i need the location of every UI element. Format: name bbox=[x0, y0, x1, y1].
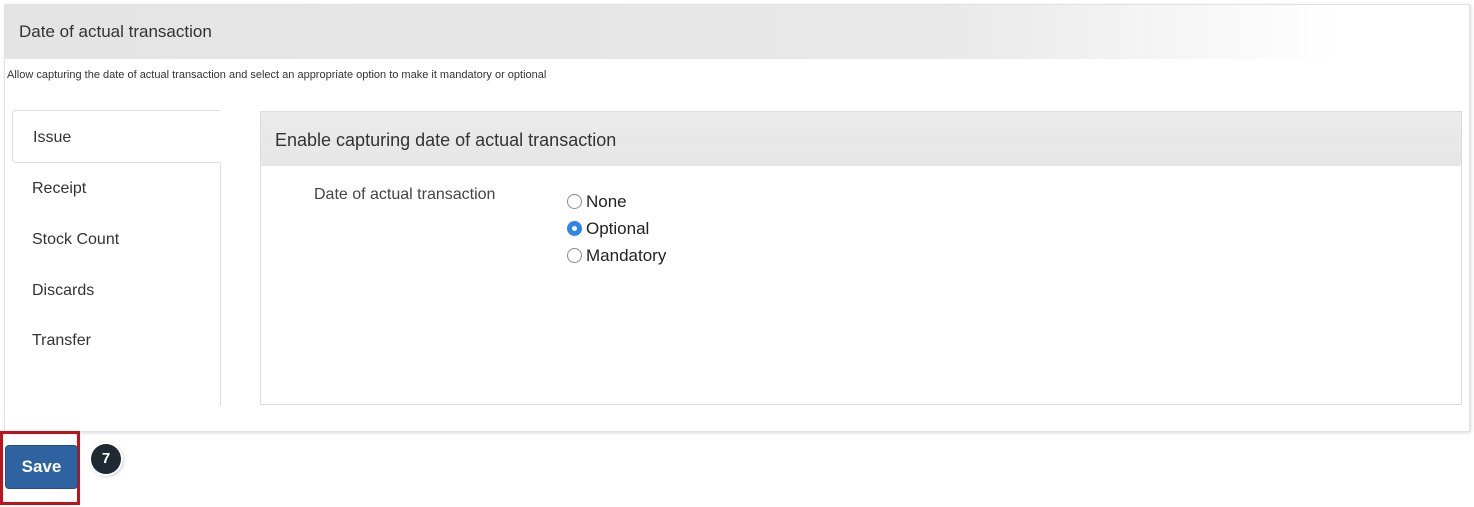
card-header: Date of actual transaction bbox=[5, 5, 1339, 59]
tab-issue[interactable]: Issue bbox=[12, 110, 220, 163]
tab-label: Stock Count bbox=[32, 231, 120, 248]
card-title: Date of actual transaction bbox=[19, 22, 212, 41]
tab-transfer[interactable]: Transfer bbox=[12, 314, 220, 366]
transaction-tabs: Issue Receipt Stock Count Discards Trans… bbox=[12, 110, 223, 406]
tab-stock-count[interactable]: Stock Count bbox=[12, 213, 220, 265]
date-option-radio-group: None Optional Mandatory bbox=[567, 188, 666, 269]
panel-header: Enable capturing date of actual transact… bbox=[261, 112, 1461, 166]
field-label: Date of actual transaction bbox=[314, 186, 496, 203]
tab-receipt[interactable]: Receipt bbox=[12, 162, 220, 214]
tab-panel: Enable capturing date of actual transact… bbox=[260, 111, 1462, 405]
radio-mandatory[interactable]: Mandatory bbox=[567, 242, 666, 269]
settings-card: Date of actual transaction Allow capturi… bbox=[4, 4, 1470, 432]
tab-label: Receipt bbox=[32, 180, 87, 197]
panel-title: Enable capturing date of actual transact… bbox=[275, 130, 617, 150]
radio-label: None bbox=[586, 191, 627, 211]
tab-discards[interactable]: Discards bbox=[12, 264, 220, 316]
save-button[interactable]: Save bbox=[5, 445, 78, 489]
radio-checked-icon[interactable] bbox=[567, 221, 582, 236]
tab-divider bbox=[220, 163, 221, 406]
tab-label: Discards bbox=[32, 282, 95, 299]
radio-circle-icon[interactable] bbox=[567, 194, 582, 209]
step-badge: 7 bbox=[91, 444, 121, 474]
radio-none[interactable]: None bbox=[567, 188, 666, 215]
tab-label: Transfer bbox=[32, 332, 91, 349]
radio-circle-icon[interactable] bbox=[567, 248, 582, 263]
radio-label: Mandatory bbox=[586, 245, 667, 265]
radio-label: Optional bbox=[586, 218, 650, 238]
card-description: Allow capturing the date of actual trans… bbox=[7, 69, 547, 81]
radio-optional[interactable]: Optional bbox=[567, 215, 666, 242]
tab-label: Issue bbox=[33, 129, 72, 146]
